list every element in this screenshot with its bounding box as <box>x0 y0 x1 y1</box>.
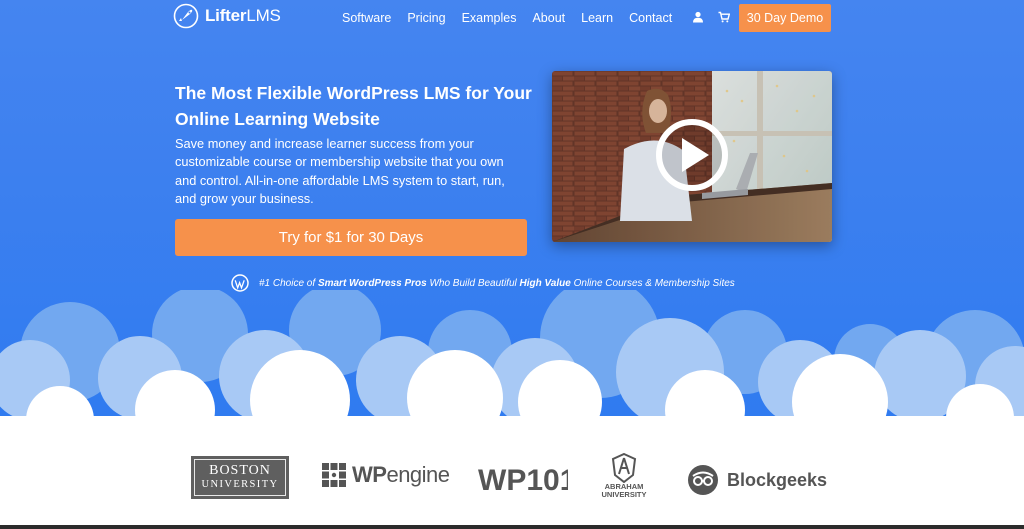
abraham-university-logo: ABRAHAM UNIVERSITY <box>596 453 652 499</box>
bottom-edge <box>0 525 1024 529</box>
play-icon[interactable] <box>656 119 728 191</box>
abraham-line2: UNIVERSITY <box>601 490 647 499</box>
wpengine-logo: WPengine <box>322 462 450 488</box>
logo-text: LifterLMS <box>205 6 281 25</box>
video-scene <box>552 71 832 242</box>
client-logos: BOSTON UNIVERSITY WPengine WP101 ABRAHAM… <box>0 440 1024 520</box>
wp101-mark: WP101 <box>478 464 568 496</box>
nav-link-examples[interactable]: Examples <box>462 11 517 25</box>
blockgeeks-text: Blockgeeks <box>727 469 828 490</box>
nav-link-contact[interactable]: Contact <box>629 11 672 25</box>
trial-cta-button[interactable]: Try for $1 for 30 Days <box>175 219 527 256</box>
wpengine-text: WPengine <box>352 462 450 487</box>
hero-headline: The Most Flexible WordPress LMS for Your… <box>175 83 532 129</box>
video-thumbnail[interactable] <box>552 71 832 242</box>
site-logo[interactable]: LifterLMS <box>173 3 281 29</box>
user-icon[interactable] <box>692 11 704 23</box>
cloud-divider <box>0 290 1024 420</box>
hero-section: LifterLMS Software Pricing Examples Abou… <box>0 0 1024 420</box>
nav-links: Software Pricing Examples About Learn Co… <box>342 11 688 25</box>
nav-link-pricing[interactable]: Pricing <box>407 11 445 25</box>
wpengine-grid-icon <box>322 463 346 487</box>
boston-university-logo: BOSTON UNIVERSITY <box>191 456 289 499</box>
cart-icon[interactable] <box>718 11 730 23</box>
tagline-text: #1 Choice of Smart WordPress Pros Who Bu… <box>259 277 735 289</box>
nav-link-software[interactable]: Software <box>342 11 391 25</box>
top-nav: LifterLMS Software Pricing Examples Abou… <box>0 0 1024 36</box>
glasses-icon <box>688 465 718 495</box>
boston-line2: UNIVERSITY <box>201 478 279 490</box>
shield-icon <box>611 453 637 483</box>
wp101-text: WP101 <box>478 464 568 496</box>
hero-subtext: Save money and increase learner success … <box>175 136 505 207</box>
boston-line1: BOSTON <box>209 462 271 478</box>
demo-button[interactable]: 30 Day Demo <box>739 4 831 32</box>
nav-link-learn[interactable]: Learn <box>581 11 613 25</box>
nav-link-about[interactable]: About <box>532 11 565 25</box>
wp101-logo: WP101 <box>478 462 568 496</box>
rocket-icon <box>173 3 199 29</box>
blockgeeks-logo: Blockgeeks <box>687 464 827 496</box>
